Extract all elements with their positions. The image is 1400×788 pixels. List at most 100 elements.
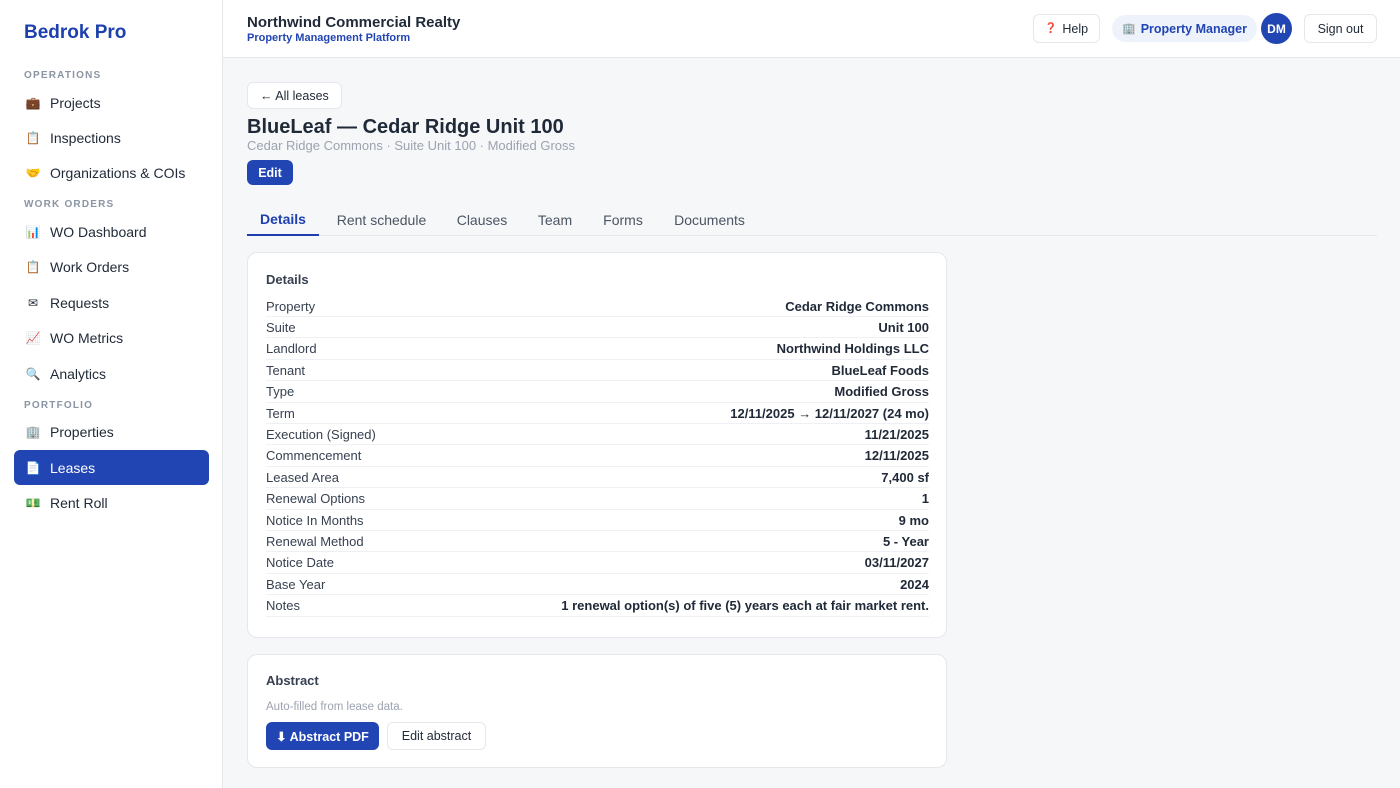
- page-subtitle: Cedar Ridge Commons · Suite Unit 100 · M…: [247, 138, 576, 153]
- envelope-icon: ✉: [27, 295, 39, 310]
- detail-label: Suite: [266, 319, 296, 335]
- section-portfolio: PORTFOLIO: [24, 400, 94, 411]
- detail-row: Landlord Northwind Holdings LLC: [266, 339, 929, 360]
- clipboard-icon: 📋: [25, 130, 41, 145]
- detail-row: Notice In Months 9 mo: [266, 510, 929, 531]
- detail-value: 1: [921, 491, 929, 507]
- sidebar-item-label: Inspections: [50, 129, 121, 146]
- detail-value: 9 mo: [898, 512, 929, 528]
- detail-value: Northwind Holdings LLC: [776, 341, 929, 357]
- detail-row: Notice Date 03/11/2027: [266, 553, 929, 574]
- detail-label: Commencement: [266, 448, 362, 464]
- details-card: Details Property Cedar Ridge Commons Suite…: [247, 252, 947, 638]
- detail-value: 12/11/2025 → 12/11/2027 (24 mo): [730, 405, 929, 421]
- sidebar-item-properties[interactable]: 🏢 Properties: [14, 414, 209, 449]
- sidebar-item-analytics[interactable]: 🔍 Analytics: [14, 356, 209, 391]
- tab-forms[interactable]: Forms: [597, 203, 649, 236]
- sidebar-item-label: Requests: [50, 294, 110, 311]
- page-title: BlueLeaf — Cedar Ridge Unit 100: [247, 116, 564, 138]
- detail-value: 7,400 sf: [881, 469, 929, 485]
- briefcase-icon: 💼: [25, 95, 41, 110]
- sidebar-item-label: Projects: [50, 94, 101, 111]
- abstract-card-title: Abstract: [266, 673, 319, 688]
- tab-bar: Details Rent schedule Clauses Team Forms…: [247, 203, 1377, 236]
- sidebar-item-label: Analytics: [50, 365, 107, 382]
- help-button[interactable]: ❓ Help: [1033, 14, 1100, 43]
- building-icon: 🏢: [25, 424, 41, 439]
- question-icon: ❓: [1044, 23, 1058, 34]
- detail-row: Base Year 2024: [266, 574, 929, 596]
- tab-team[interactable]: Team: [532, 203, 578, 236]
- help-label: Help: [1062, 21, 1089, 36]
- detail-label: Execution (Signed): [266, 426, 376, 442]
- abstract-pdf-button[interactable]: ⬇ Abstract PDF: [266, 722, 379, 750]
- detail-label: Property: [266, 298, 316, 314]
- detail-row: Property Cedar Ridge Commons: [266, 296, 929, 317]
- building-icon: 🏢: [1122, 23, 1136, 35]
- detail-row: Term 12/11/2025 → 12/11/2027 (24 mo): [266, 403, 929, 424]
- detail-row: Commencement 12/11/2025: [266, 446, 929, 467]
- brand-logo[interactable]: Bedrok Pro: [24, 22, 126, 44]
- sidebar-item-label: Leases: [50, 459, 96, 476]
- detail-label: Term: [266, 405, 295, 421]
- tab-documents[interactable]: Documents: [668, 203, 751, 236]
- detail-value: 2024: [900, 576, 929, 592]
- role-badge: 🏢 Property Manager: [1112, 15, 1257, 42]
- sidebar-item-organizations[interactable]: 🤝 Organizations & COIs: [14, 155, 209, 190]
- detail-value: Unit 100: [878, 319, 929, 335]
- detail-row: Renewal Method 5 - Year: [266, 531, 929, 553]
- detail-value: 03/11/2027: [864, 555, 929, 571]
- sidebar: Bedrok Pro OPERATIONS 💼 Projects 📋 Inspe…: [0, 0, 223, 788]
- detail-label: Renewal Method: [266, 533, 364, 549]
- avatar[interactable]: DM: [1261, 13, 1292, 44]
- clipboard-icon: 📋: [25, 259, 41, 274]
- detail-label: Tenant: [266, 362, 306, 378]
- tab-details[interactable]: Details: [247, 203, 319, 236]
- detail-label: Type: [266, 384, 295, 400]
- sign-out-button[interactable]: Sign out: [1304, 14, 1377, 43]
- detail-label: Landlord: [266, 341, 317, 357]
- sidebar-item-wo-metrics[interactable]: 📈 WO Metrics: [14, 320, 209, 355]
- detail-label: Notice Date: [266, 555, 334, 571]
- detail-value: BlueLeaf Foods: [831, 362, 929, 378]
- detail-value: 1 renewal option(s) of five (5) years ea…: [561, 598, 929, 614]
- handshake-icon: 🤝: [25, 165, 41, 180]
- top-header: Northwind Commercial Realty Property Man…: [223, 0, 1400, 58]
- detail-row: Suite Unit 100: [266, 317, 929, 339]
- sidebar-item-label: WO Dashboard: [50, 223, 147, 240]
- sidebar-item-rent-roll[interactable]: 💵 Rent Roll: [14, 485, 209, 520]
- magnifier-icon: 🔍: [25, 366, 41, 381]
- detail-row: Type Modified Gross: [266, 382, 929, 403]
- sidebar-item-label: WO Metrics: [50, 329, 124, 346]
- sidebar-item-label: Properties: [50, 423, 114, 440]
- detail-row: Leased Area 7,400 sf: [266, 467, 929, 489]
- tab-rent-schedule[interactable]: Rent schedule: [331, 203, 432, 236]
- abstract-card: Abstract Auto-filled from lease data. ⬇ …: [247, 654, 947, 768]
- sidebar-item-inspections[interactable]: 📋 Inspections: [14, 120, 209, 155]
- detail-label: Leased Area: [266, 469, 340, 485]
- detail-row: Tenant BlueLeaf Foods: [266, 360, 929, 382]
- detail-value: 5 - Year: [882, 533, 929, 549]
- money-icon: 💵: [25, 495, 41, 510]
- detail-value: 12/11/2025: [864, 448, 929, 464]
- sidebar-item-requests[interactable]: ✉ Requests: [14, 285, 209, 320]
- detail-label: Notice In Months: [266, 512, 364, 528]
- edit-button[interactable]: Edit: [247, 160, 293, 185]
- sidebar-item-label: Work Orders: [50, 258, 130, 275]
- bar-chart-icon: 📊: [25, 224, 41, 239]
- section-work-orders: WORK ORDERS: [24, 199, 115, 210]
- details-card-title: Details: [266, 272, 309, 287]
- section-operations: OPERATIONS: [24, 70, 102, 81]
- edit-abstract-button[interactable]: Edit abstract: [387, 722, 486, 750]
- sidebar-item-leases[interactable]: 📄 Leases: [14, 450, 209, 485]
- detail-value: Cedar Ridge Commons: [785, 298, 929, 314]
- org-name: Northwind Commercial Realty: [247, 14, 461, 31]
- detail-row: Notes 1 renewal option(s) of five (5) yea…: [266, 596, 929, 617]
- detail-label: Renewal Options: [266, 491, 365, 507]
- tab-clauses[interactable]: Clauses: [451, 203, 513, 236]
- detail-row: Renewal Options 1: [266, 489, 929, 510]
- all-leases-button[interactable]: ← All leases: [247, 82, 342, 109]
- sidebar-item-wo-dashboard[interactable]: 📊 WO Dashboard: [14, 214, 209, 249]
- sidebar-item-projects[interactable]: 💼 Projects: [14, 85, 209, 120]
- sidebar-item-work-orders[interactable]: 📋 Work Orders: [14, 249, 209, 284]
